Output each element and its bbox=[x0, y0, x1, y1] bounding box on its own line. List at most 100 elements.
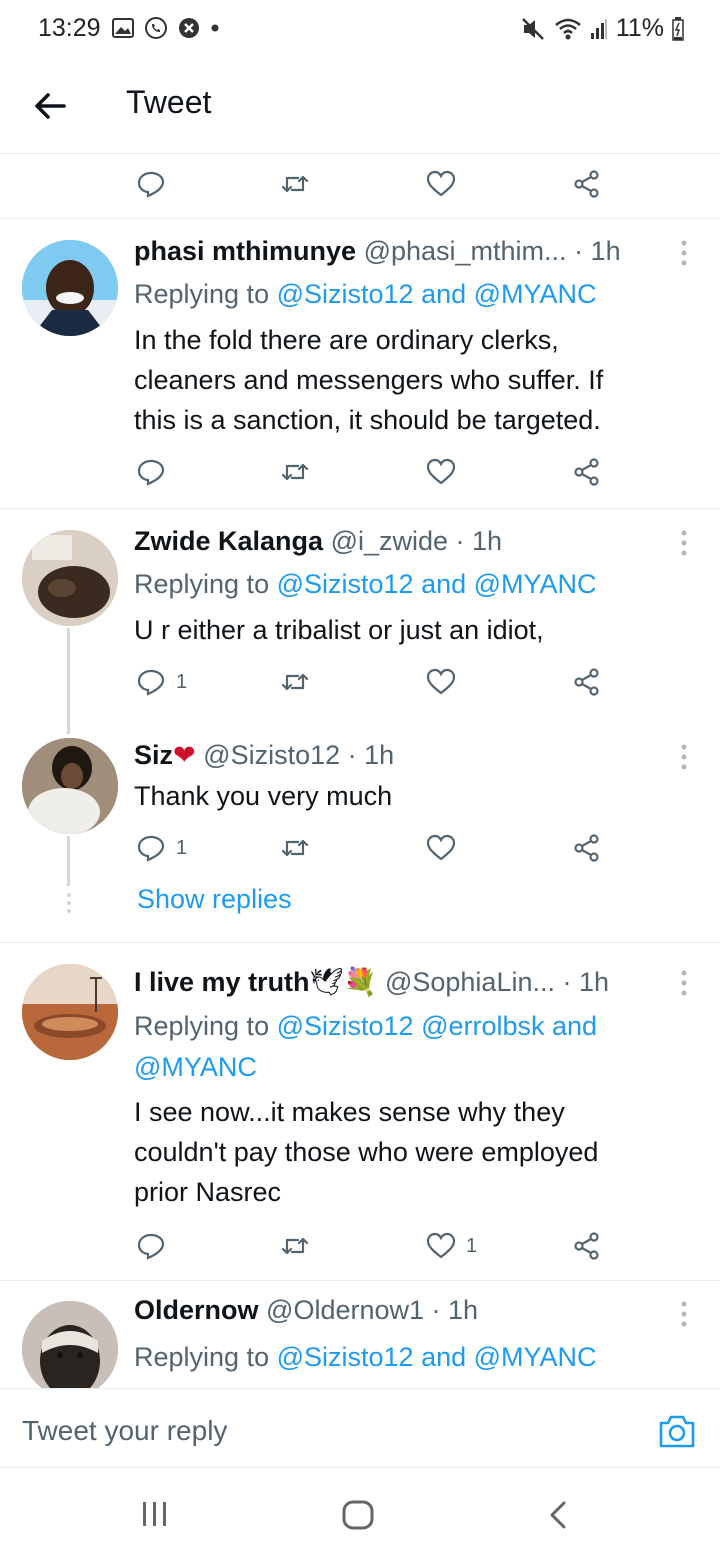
tweet-actions: 1 bbox=[0, 1226, 720, 1266]
retweet-button[interactable] bbox=[280, 452, 310, 492]
share-icon bbox=[574, 1232, 599, 1260]
mute-icon bbox=[521, 17, 544, 40]
status-bar: 13:29 11% bbox=[0, 0, 720, 60]
tweet-text-line: this is a sanction, it should be targete… bbox=[134, 405, 601, 435]
replying-to: Replying to @Sizisto12 @errolbsk and @MY… bbox=[134, 1006, 694, 1088]
show-replies-link[interactable]: Show replies bbox=[137, 884, 292, 915]
system-nav-bar bbox=[0, 1470, 720, 1560]
like-button[interactable]: 1 bbox=[426, 1226, 477, 1266]
author-handle[interactable]: @i_zwide bbox=[331, 526, 448, 556]
share-icon bbox=[574, 834, 599, 862]
replying-prefix: Replying to bbox=[134, 1011, 270, 1041]
more-options-icon[interactable] bbox=[676, 968, 692, 998]
replying-to: Replying to @Sizisto12 and @MYANC bbox=[134, 1337, 694, 1378]
share-button[interactable] bbox=[572, 164, 602, 204]
tweet-time: · 1h bbox=[562, 967, 610, 997]
recents-icon[interactable] bbox=[140, 1500, 170, 1528]
author-name[interactable]: Siz bbox=[134, 740, 173, 770]
avatar[interactable] bbox=[22, 738, 118, 834]
retweet-button[interactable] bbox=[280, 828, 310, 868]
reply-count: 1 bbox=[176, 836, 188, 859]
avatar[interactable] bbox=[22, 1301, 118, 1388]
like-button[interactable] bbox=[426, 452, 456, 492]
reply-button[interactable]: 1 bbox=[136, 828, 187, 868]
reply-icon bbox=[137, 459, 165, 486]
reply-button[interactable]: 1 bbox=[136, 662, 187, 702]
retweet-button[interactable] bbox=[280, 1226, 310, 1266]
like-button[interactable] bbox=[426, 828, 456, 868]
avatar-image bbox=[22, 530, 118, 626]
heart-icon bbox=[426, 668, 456, 695]
tweet-text: I see now...it makes sense why they coul… bbox=[134, 1092, 694, 1212]
retweet-button[interactable] bbox=[280, 662, 310, 702]
whatsapp-icon bbox=[145, 17, 167, 39]
reply-button[interactable] bbox=[136, 452, 166, 492]
more-options-icon[interactable] bbox=[676, 238, 692, 268]
share-button[interactable] bbox=[572, 662, 602, 702]
tweet-time: · 1h bbox=[431, 1295, 479, 1325]
more-options-icon[interactable] bbox=[676, 742, 692, 772]
tweet-time: · 1h bbox=[574, 236, 621, 266]
share-button[interactable] bbox=[572, 828, 602, 868]
share-icon bbox=[574, 458, 599, 486]
retweet-icon bbox=[281, 1237, 309, 1255]
retweet-button[interactable] bbox=[280, 164, 310, 204]
like-button[interactable] bbox=[426, 662, 456, 702]
author-handle[interactable]: @SophiaLin... bbox=[385, 967, 555, 997]
reply-icon bbox=[137, 835, 165, 862]
avatar[interactable] bbox=[22, 240, 118, 336]
more-options-icon[interactable] bbox=[676, 1299, 692, 1329]
heart-icon bbox=[426, 1232, 456, 1259]
arrow-left-icon[interactable] bbox=[30, 86, 70, 126]
replying-to: Replying to @Sizisto12 and @MYANC bbox=[134, 564, 694, 605]
author-handle[interactable]: @phasi_mthim... bbox=[364, 236, 567, 266]
shield-icon bbox=[179, 18, 199, 38]
avatar[interactable] bbox=[22, 964, 118, 1060]
battery-icon bbox=[672, 16, 684, 41]
tweet-card[interactable]: Oldernow @Oldernow1 · 1h Replying to @Si… bbox=[0, 1281, 720, 1388]
heart-emoji: ❤ bbox=[173, 740, 196, 770]
avatar-image bbox=[22, 964, 118, 1060]
retweet-icon bbox=[281, 839, 309, 857]
author-name[interactable]: phasi mthimunye bbox=[134, 236, 356, 266]
reply-composer[interactable]: Tweet your reply bbox=[0, 1388, 720, 1468]
author-name[interactable]: I live my truth bbox=[134, 967, 310, 997]
page-title: Tweet bbox=[126, 84, 212, 120]
retweet-icon bbox=[281, 175, 309, 193]
author-handle[interactable]: @Oldernow1 bbox=[266, 1295, 424, 1325]
mention-link[interactable]: @Sizisto12 @errolbsk and bbox=[277, 1011, 597, 1041]
heart-icon bbox=[426, 170, 456, 197]
tweet-text: In the fold there are ordinary clerks, c… bbox=[134, 320, 694, 440]
more-options-icon[interactable] bbox=[676, 528, 692, 558]
share-button[interactable] bbox=[572, 452, 602, 492]
reply-button[interactable] bbox=[136, 164, 166, 204]
author-name[interactable]: Oldernow bbox=[134, 1295, 259, 1325]
camera-icon[interactable] bbox=[658, 1413, 696, 1449]
share-icon bbox=[574, 170, 599, 198]
avatar-image bbox=[22, 240, 118, 336]
tweet-text-line: Thank you very much bbox=[134, 781, 393, 811]
home-icon[interactable] bbox=[342, 1500, 374, 1530]
status-time: 13:29 bbox=[38, 14, 101, 42]
like-button[interactable] bbox=[426, 164, 456, 204]
nav-back-icon[interactable] bbox=[548, 1500, 568, 1530]
mention-link[interactable]: @Sizisto12 and @MYANC bbox=[277, 1342, 597, 1372]
divider bbox=[0, 942, 720, 943]
share-button[interactable] bbox=[572, 1226, 602, 1266]
avatar[interactable] bbox=[22, 530, 118, 626]
tweet-time: · 1h bbox=[347, 740, 395, 770]
reply-count: 1 bbox=[176, 670, 188, 693]
mention-link[interactable]: @Sizisto12 and @MYANC bbox=[277, 569, 597, 599]
dove-bouquet-emoji: 🕊💐 bbox=[309, 967, 378, 997]
tweet-text-line: In the fold there are ordinary clerks, bbox=[134, 325, 559, 355]
reply-input[interactable]: Tweet your reply bbox=[22, 1415, 227, 1447]
avatar-image bbox=[22, 1301, 118, 1388]
author-handle[interactable]: @Sizisto12 bbox=[203, 740, 340, 770]
mention-link[interactable]: @Sizisto12 and @MYANC bbox=[277, 279, 597, 309]
thread-more-dots-icon bbox=[67, 893, 71, 913]
mention-link[interactable]: @MYANC bbox=[134, 1047, 694, 1088]
reply-button[interactable] bbox=[136, 1226, 166, 1266]
author-name[interactable]: Zwide Kalanga bbox=[134, 526, 323, 556]
signal-icon bbox=[590, 18, 607, 39]
tweet-text-line: couldn't pay those who were employed bbox=[134, 1137, 599, 1167]
